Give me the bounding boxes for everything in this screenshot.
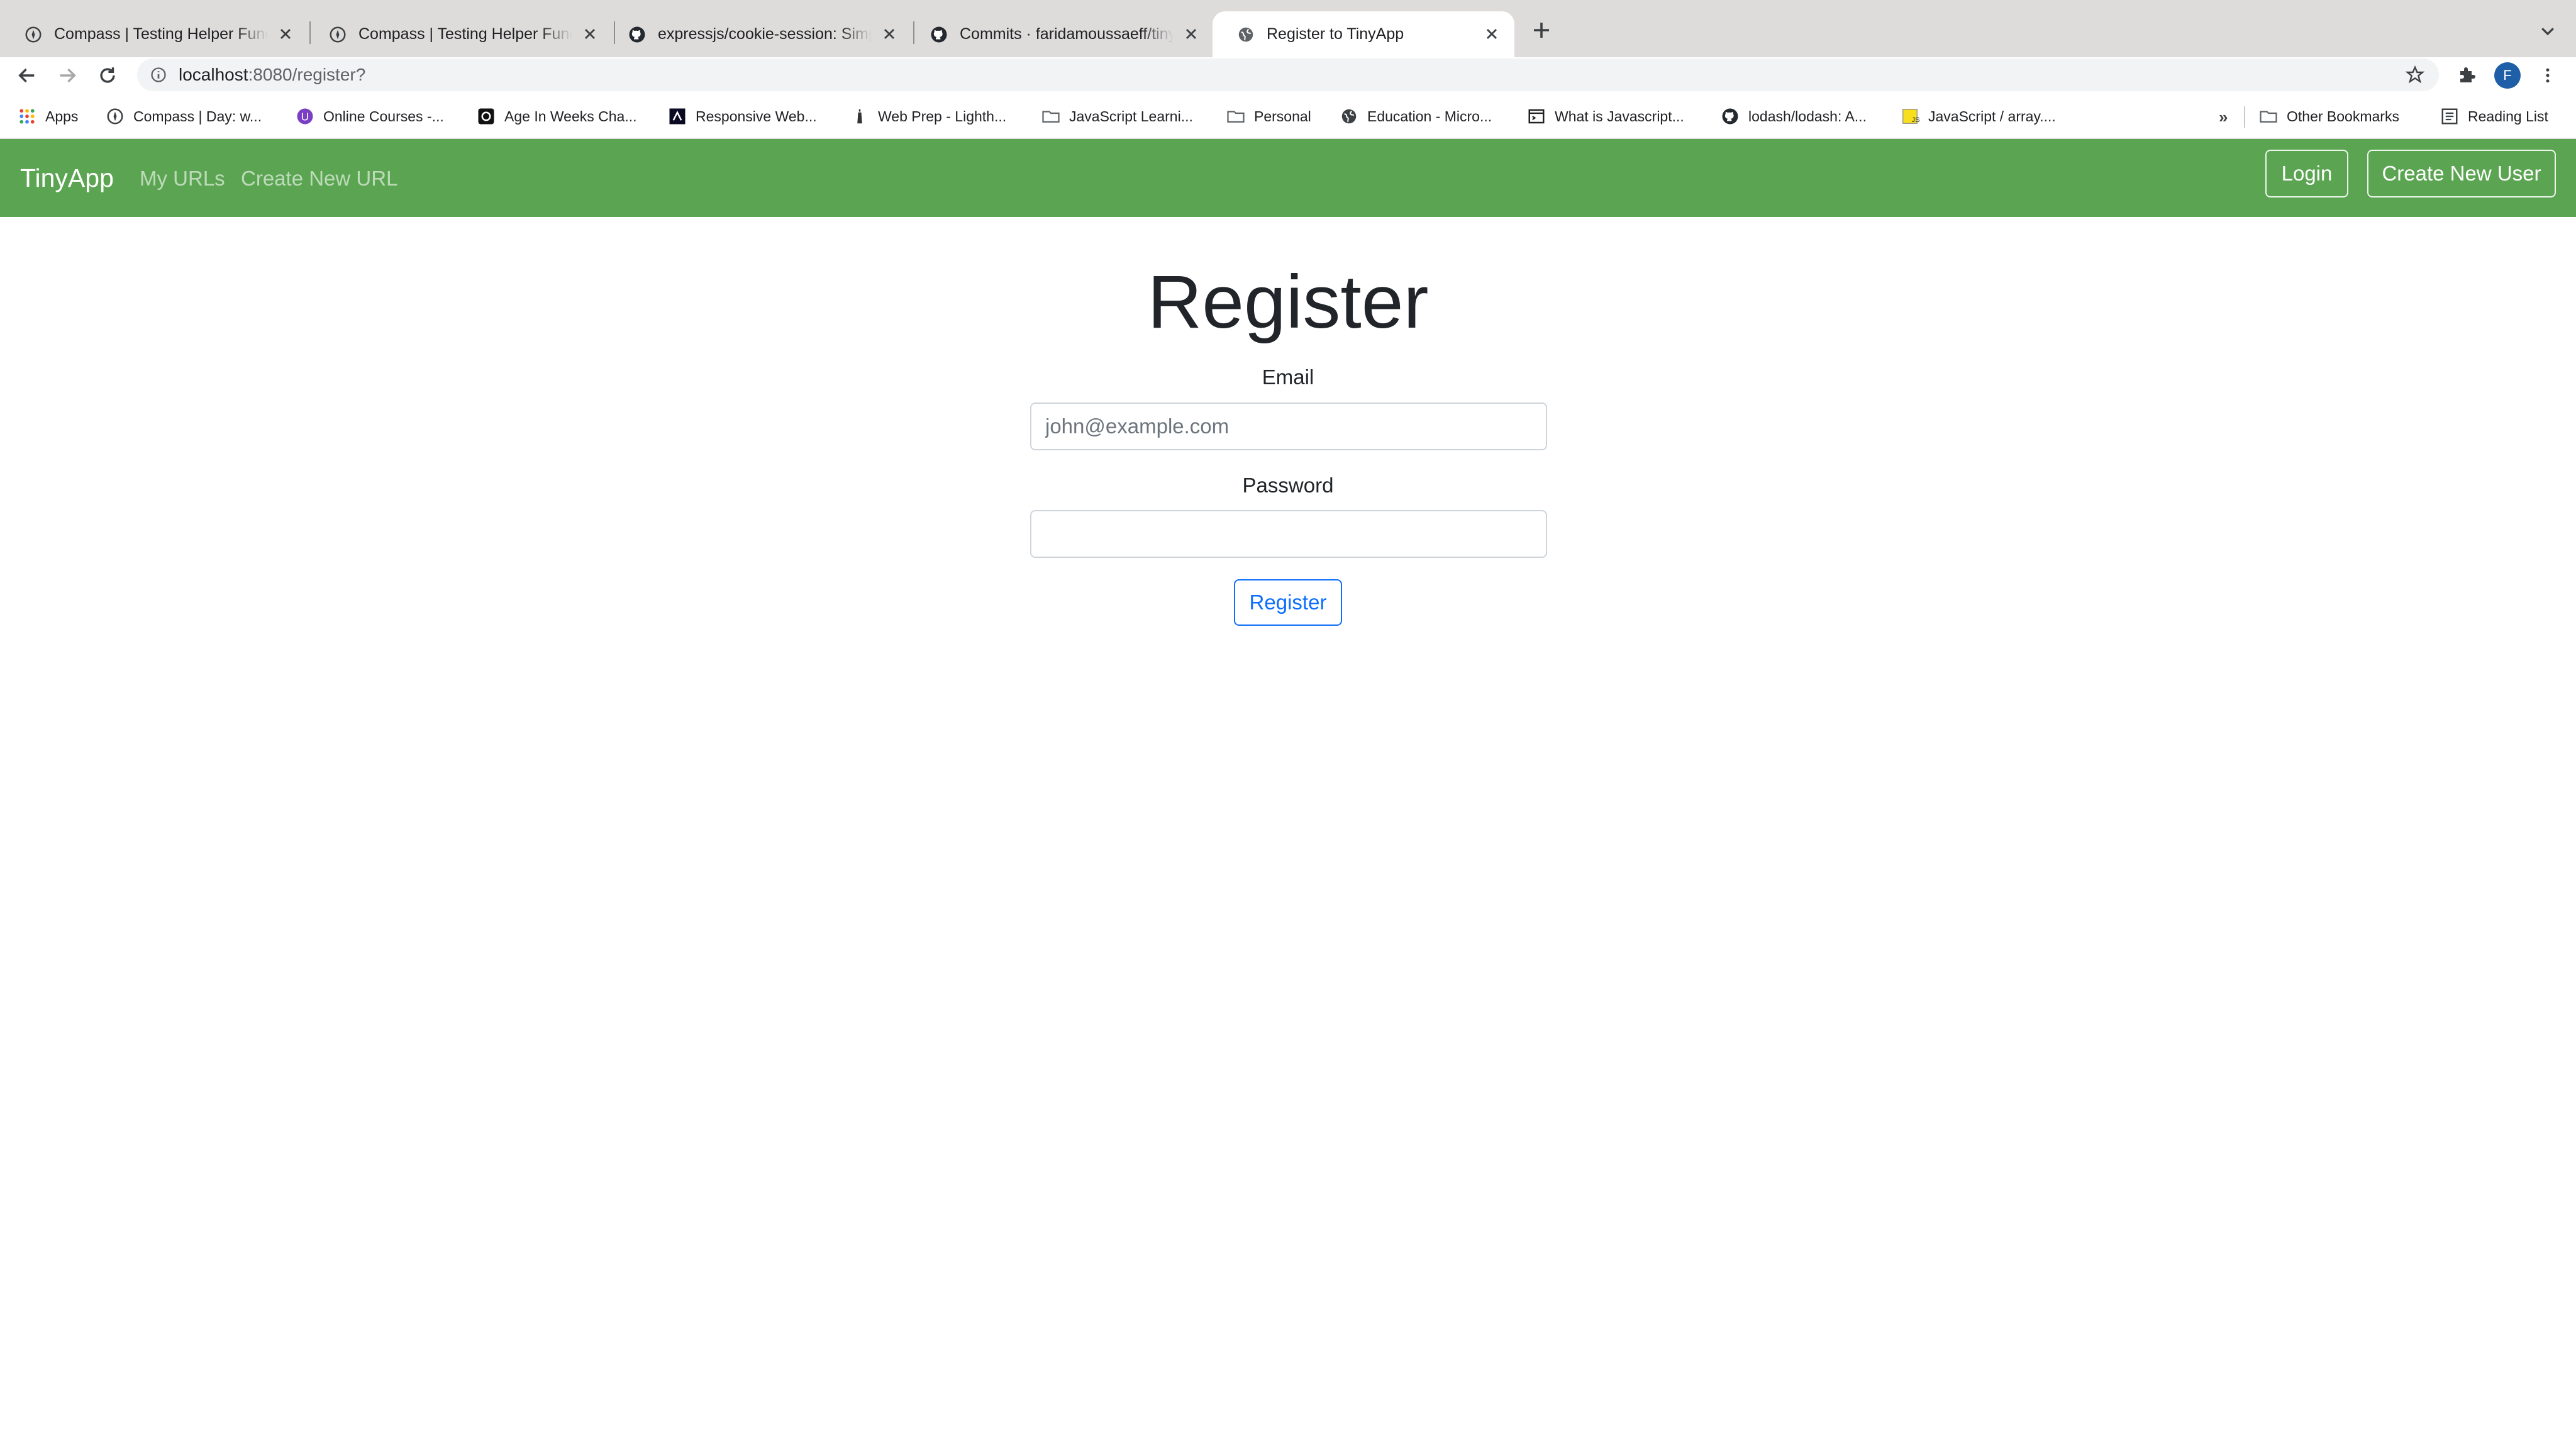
bookmarks-overflow-button[interactable]: » [2219,108,2228,127]
login-button[interactable]: Login [2265,150,2348,197]
reading-list[interactable]: Reading List [2440,105,2548,128]
close-tab-icon[interactable] [880,25,898,43]
bookmark-label: Education - Micro... [1367,108,1492,125]
bookmark-item[interactable]: Education - Micro... [1340,105,1492,128]
bookmark-item[interactable]: lodash/lodash: A... [1721,105,1867,128]
browser-tab[interactable]: Compass | Testing Helper Func [304,11,613,57]
github-icon [931,26,947,43]
bookmarks-separator [2244,106,2245,128]
browser-tab-strip: Compass | Testing Helper Func Compass | … [0,0,2576,57]
bookmark-apps[interactable]: Apps [18,105,78,128]
folder-icon [1227,111,1245,123]
tab-title: expressjs/cookie-session: Simp [658,25,872,43]
url-host: localhost [179,65,248,84]
other-bookmarks[interactable]: Other Bookmarks [2259,105,2399,128]
app-navbar: TinyApp My URLs Create New URL Login Cre… [0,139,2576,217]
bookmark-label: Web Prep - Lighth... [878,108,1007,125]
bookmark-label: JavaScript Learni... [1069,108,1193,125]
new-tab-icon[interactable] [1530,19,1553,42]
reading-list-label: Reading List [2468,108,2548,125]
bookmark-label: Compass | Day: w... [133,108,262,125]
back-arrow-icon[interactable] [16,65,38,86]
browser-tab[interactable]: Compass | Testing Helper Func [0,11,308,57]
browser-tab-active[interactable]: Register to TinyApp [1213,11,1514,57]
brand-link[interactable]: TinyApp [20,163,114,193]
compass-icon [330,26,346,43]
close-tab-icon[interactable] [581,25,599,43]
codepen-icon [478,108,494,125]
bookmark-label: Online Courses -... [323,108,444,125]
folder-icon [1042,111,1060,123]
chevron-down-icon[interactable] [2538,21,2557,40]
bookmark-item[interactable]: What is Javascript... [1527,105,1684,128]
apps-grid-icon [19,109,35,124]
nav-my-urls[interactable]: My URLs [140,165,225,192]
tab-title: Commits · faridamoussaeff/tiny [960,25,1174,43]
svg-text:JS: JS [1912,116,1920,124]
bookmark-label: Responsive Web... [696,108,817,125]
browser-menu-icon[interactable] [2538,64,2557,87]
reading-list-icon [2441,108,2458,125]
tab-title: Register to TinyApp [1267,25,1404,43]
github-icon [1722,108,1738,125]
bookmark-star-icon[interactable] [2405,65,2425,85]
bookmark-label: Apps [45,108,79,125]
bookmark-item[interactable]: Responsive Web... [668,105,817,128]
freecodecamp-icon [669,108,686,125]
bookmark-label: Age In Weeks Cha... [504,108,637,125]
register-submit-button[interactable]: Register [1234,579,1342,626]
close-tab-icon[interactable] [277,25,294,43]
reload-icon[interactable] [97,65,118,86]
bookmark-item[interactable]: JavaScript Learni... [1041,105,1193,128]
url-path: :8080/register? [248,65,366,84]
globe-icon [1341,109,1357,124]
email-label: Email [1262,365,1314,389]
create-new-user-button[interactable]: Create New User [2367,150,2556,197]
bookmark-item[interactable]: Age In Weeks Cha... [477,105,637,128]
browser-tab[interactable]: expressjs/cookie-session: Simp [604,11,912,57]
forward-arrow-icon[interactable] [57,65,78,86]
address-url: localhost:8080/register? [179,65,365,85]
svg-text:U: U [301,110,309,123]
close-tab-icon[interactable] [1182,25,1200,43]
browser-tab[interactable]: Commits · faridamoussaeff/tiny [906,11,1214,57]
browser-toolbar: localhost:8080/register? [0,57,2576,94]
bookmark-label: lodash/lodash: A... [1748,108,1867,125]
bookmarks-bar: Apps Compass | Day: w... U Online Course… [0,94,2576,139]
bookmark-label: JavaScript / array.... [1928,108,2056,125]
email-field[interactable] [1030,402,1547,450]
terminal-icon [1528,109,1545,124]
bookmark-item[interactable]: Compass | Day: w... [106,105,262,128]
globe-icon [1238,27,1253,42]
github-icon [629,26,645,43]
compass-icon [25,26,42,43]
site-info-icon[interactable] [150,66,167,84]
bookmark-label: What is Javascript... [1555,108,1684,125]
page-title: Register [1147,260,1429,344]
nav-create-new-url[interactable]: Create New URL [241,165,397,192]
extensions-puzzle-icon[interactable] [2457,64,2479,86]
bookmark-label: Personal [1254,108,1311,125]
password-field[interactable] [1030,510,1547,558]
online-courses-icon: U [297,108,313,125]
address-bar[interactable]: localhost:8080/register? [137,58,2439,91]
js-icon: JS [1902,109,1920,124]
close-tab-icon[interactable] [1483,25,1501,43]
other-bookmarks-label: Other Bookmarks [2287,108,2399,125]
folder-icon [2260,111,2277,123]
password-label: Password [1242,474,1334,497]
compass-icon [107,108,123,125]
bookmark-item[interactable]: JS JavaScript / array.... [1901,105,2056,128]
tab-title: Compass | Testing Helper Func [358,25,572,43]
bookmark-item[interactable]: U Online Courses -... [296,105,444,128]
profile-avatar[interactable]: F [2494,62,2521,89]
bookmark-item[interactable]: Web Prep - Lighth... [850,105,1006,128]
tab-title: Compass | Testing Helper Func [54,25,268,43]
lighthouse-icon [857,109,862,124]
bookmark-item[interactable]: Personal [1226,105,1311,128]
